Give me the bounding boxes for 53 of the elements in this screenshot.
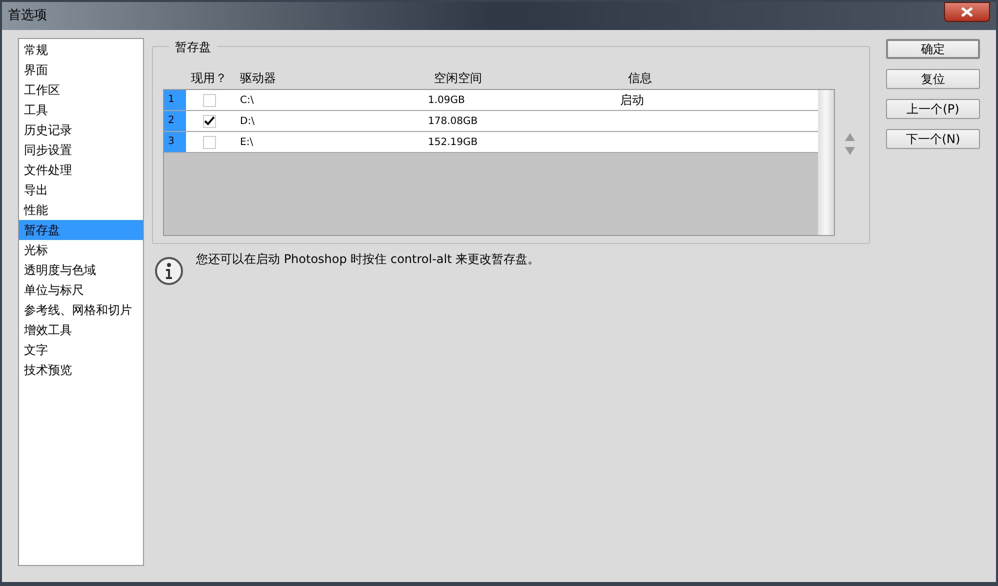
category-item[interactable]: 常规 xyxy=(19,40,143,60)
scrollbar[interactable] xyxy=(818,90,834,235)
category-item[interactable]: 性能 xyxy=(19,200,143,220)
category-item[interactable]: 文件处理 xyxy=(19,160,143,180)
category-item[interactable]: 光标 xyxy=(19,240,143,260)
free-space-cell-text: 1.09GB xyxy=(427,94,466,108)
disk-row[interactable]: 2 D:\ 178.08GB xyxy=(164,111,818,132)
drive-cell-text: D:\ xyxy=(239,114,256,128)
category-item[interactable]: 工作区 xyxy=(19,80,143,100)
category-item[interactable]: 单位与标尺 xyxy=(19,280,143,300)
drive-cell-text: E:\ xyxy=(239,136,254,150)
free-space-cell-text: 178.08GB xyxy=(427,114,479,128)
triangle-down-icon xyxy=(845,147,855,155)
info-cell-text: 启动 xyxy=(620,92,644,109)
drive-cell-text: C:\ xyxy=(239,94,255,108)
active-checkbox[interactable] xyxy=(202,94,216,106)
dialog-button[interactable]: 上一个(P) xyxy=(886,99,980,119)
info-icon xyxy=(154,256,184,286)
row-number: 1 xyxy=(164,90,186,110)
category-item[interactable]: 导出 xyxy=(19,180,143,200)
category-item[interactable]: 增效工具 xyxy=(19,320,143,340)
column-header: 现用？ xyxy=(191,70,228,87)
category-item[interactable]: 界面 xyxy=(19,60,143,80)
column-header: 空闲空间 xyxy=(434,70,483,87)
move-up-button[interactable] xyxy=(845,133,855,141)
hint-text: 您还可以在启动 Photoshop 时按住 control-alt 来更改暂存盘。 xyxy=(196,251,540,268)
category-item[interactable]: 透明度与色域 xyxy=(19,260,143,280)
category-item[interactable]: 参考线、网格和切片 xyxy=(19,300,143,320)
dialog-button[interactable]: 复位 xyxy=(886,69,980,89)
free-space-cell-text: 152.19GB xyxy=(427,136,479,150)
category-item[interactable]: 技术预览 xyxy=(19,360,143,380)
active-checkbox[interactable] xyxy=(202,136,216,148)
close-button[interactable] xyxy=(944,2,990,22)
category-item[interactable]: 暂存盘 xyxy=(19,220,143,240)
close-icon xyxy=(961,7,973,17)
dialog-button[interactable]: 确定 xyxy=(886,39,980,59)
window-title: 首选项 xyxy=(8,7,47,26)
check-icon xyxy=(204,116,214,126)
group-title: 暂存盘 xyxy=(169,38,217,56)
category-item[interactable]: 历史记录 xyxy=(19,120,143,140)
row-number: 3 xyxy=(164,132,186,152)
category-item[interactable]: 文字 xyxy=(19,340,143,360)
dialog-button[interactable]: 下一个(N) xyxy=(886,129,980,149)
disk-row[interactable]: 3 E:\ 152.19GB xyxy=(164,132,818,153)
category-item[interactable]: 同步设置 xyxy=(19,140,143,160)
column-header: 驱动器 xyxy=(240,70,277,87)
move-down-button[interactable] xyxy=(845,147,855,155)
triangle-up-icon xyxy=(845,133,855,141)
column-header: 信息 xyxy=(628,70,652,87)
disk-row[interactable]: 1 C:\ 1.09GB 启动 xyxy=(164,90,818,111)
active-checkbox[interactable] xyxy=(202,114,216,128)
category-item[interactable]: 工具 xyxy=(19,100,143,120)
row-number: 2 xyxy=(164,111,186,131)
